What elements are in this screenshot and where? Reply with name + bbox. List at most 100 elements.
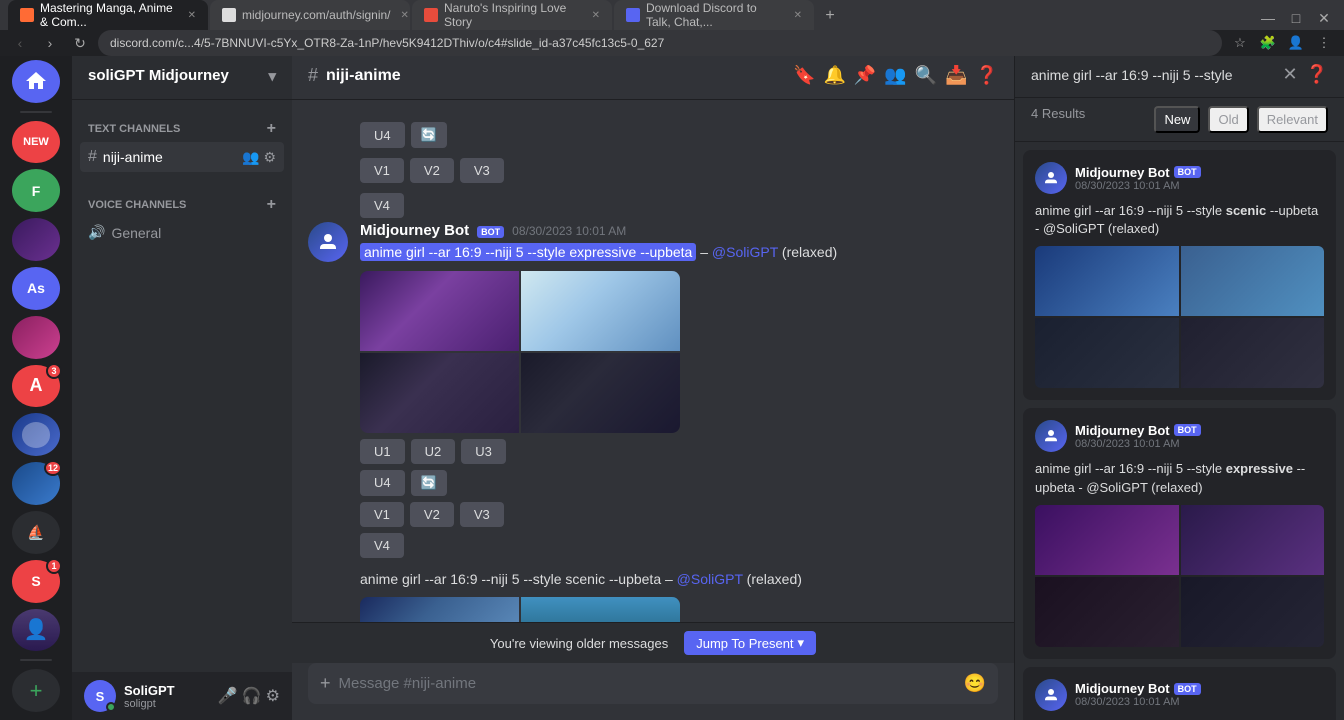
add-server-button[interactable]: + bbox=[12, 669, 60, 712]
search-result-1[interactable]: Midjourney Bot BOT 08/30/2023 10:01 AM a… bbox=[1023, 150, 1336, 400]
header-search-icon[interactable]: 🔍 bbox=[915, 65, 937, 86]
header-help-icon[interactable]: ❓ bbox=[976, 65, 998, 86]
new-tab-button[interactable]: + bbox=[816, 2, 844, 30]
server-icon-new[interactable]: NEW bbox=[12, 121, 60, 164]
v2-btn-1[interactable]: V2 bbox=[410, 502, 454, 527]
header-bell-icon[interactable]: 🔔 bbox=[823, 65, 845, 86]
v3-btn-1[interactable]: V3 bbox=[460, 502, 504, 527]
user-actions: 🎤 🎧 ⚙ bbox=[218, 686, 280, 706]
settings-icon[interactable]: ⋮ bbox=[1312, 31, 1336, 55]
channel-people-icon: 👥 bbox=[242, 149, 259, 166]
button-row-v4-1: V4 bbox=[360, 533, 998, 558]
v4-btn-1[interactable]: V4 bbox=[360, 533, 404, 558]
emoji-icon[interactable]: 😊 bbox=[964, 673, 986, 694]
search-result-3[interactable]: Midjourney Bot BOT 08/30/2023 10:01 AM a… bbox=[1023, 667, 1336, 720]
channel-gear-icon[interactable]: ⚙ bbox=[263, 149, 276, 166]
close-search-icon[interactable]: ✕ bbox=[1282, 64, 1297, 85]
minimize-btn[interactable]: — bbox=[1256, 6, 1280, 30]
tab-close-2[interactable]: ✕ bbox=[401, 10, 409, 21]
header-hashtag-icon[interactable]: 🔖 bbox=[793, 65, 815, 86]
channel-item-niji-anime[interactable]: # niji-anime 👥 ⚙ bbox=[80, 142, 284, 172]
v1-btn-top[interactable]: V1 bbox=[360, 158, 404, 183]
forward-btn[interactable]: › bbox=[38, 31, 62, 55]
message-time-1: 08/30/2023 10:01 AM bbox=[512, 224, 626, 238]
filter-new-button[interactable]: New bbox=[1154, 106, 1200, 133]
message-content-1: Midjourney Bot BOT 08/30/2023 10:01 AM a… bbox=[360, 222, 998, 558]
result-author-1: Midjourney Bot BOT 08/30/2023 10:01 AM bbox=[1035, 162, 1324, 194]
v2-btn-top[interactable]: V2 bbox=[410, 158, 454, 183]
refresh-btn-1[interactable]: 🔄 bbox=[411, 470, 447, 496]
back-btn[interactable]: ‹ bbox=[8, 31, 32, 55]
headset-icon[interactable]: 🎧 bbox=[242, 686, 262, 706]
result-text-1: anime girl --ar 16:9 --niji 5 --style sc… bbox=[1035, 202, 1324, 238]
text-channels-header[interactable]: TEXT CHANNELS + bbox=[80, 116, 284, 142]
bot-avatar-1 bbox=[308, 222, 348, 262]
button-row-u-top: U4 🔄 bbox=[360, 122, 998, 148]
header-inbox-icon[interactable]: 📥 bbox=[945, 65, 967, 86]
button-row-v-top: V1 V2 V3 bbox=[360, 158, 998, 183]
image-cell-1-4 bbox=[521, 353, 680, 433]
restore-btn[interactable]: □ bbox=[1284, 6, 1308, 30]
button-row-u-1: U1 U2 U3 bbox=[360, 439, 998, 464]
image-grid-1[interactable] bbox=[360, 271, 680, 433]
jump-to-present-label: Jump To Present bbox=[696, 636, 793, 651]
image-grid-partial[interactable] bbox=[360, 597, 680, 622]
mic-icon[interactable]: 🎤 bbox=[218, 686, 238, 706]
channel-sidebar: soliGPT Midjourney ▾ TEXT CHANNELS + # n… bbox=[72, 52, 292, 720]
header-pin-icon[interactable]: 📌 bbox=[854, 65, 876, 86]
tab-close-1[interactable]: ✕ bbox=[188, 10, 196, 21]
server-divider-2 bbox=[20, 659, 52, 661]
bookmark-icon[interactable]: ☆ bbox=[1228, 31, 1252, 55]
u2-btn-1[interactable]: U2 bbox=[411, 439, 456, 464]
search-result-2[interactable]: Midjourney Bot BOT 08/30/2023 10:01 AM a… bbox=[1023, 408, 1336, 658]
u4-btn-1[interactable]: U4 bbox=[360, 470, 405, 496]
browser-chrome: Mastering Manga, Anime & Com... ✕ midjou… bbox=[0, 0, 1344, 52]
voice-channel-general[interactable]: 🔊 General bbox=[80, 218, 284, 247]
tab-close-4[interactable]: ✕ bbox=[794, 10, 802, 21]
add-channel-icon[interactable]: + bbox=[267, 120, 276, 138]
address-input[interactable] bbox=[98, 30, 1222, 56]
tab-mastering-manga[interactable]: Mastering Manga, Anime & Com... ✕ bbox=[8, 0, 208, 30]
message-mention-1: @SoliGPT bbox=[712, 244, 778, 260]
u4-btn[interactable]: U4 bbox=[360, 122, 405, 148]
server-icon-person[interactable]: 👤 bbox=[12, 609, 60, 652]
header-members-icon[interactable]: 👥 bbox=[884, 65, 906, 86]
server-icon-anime2[interactable] bbox=[12, 316, 60, 359]
tab-naruto[interactable]: Naruto's Inspiring Love Story ✕ bbox=[412, 0, 612, 30]
server-icon-badge12[interactable]: 12 bbox=[12, 462, 60, 505]
server-icon-as[interactable]: As bbox=[12, 267, 60, 310]
v3-btn-top[interactable]: V3 bbox=[460, 158, 504, 183]
tab-discord[interactable]: Download Discord to Talk, Chat,... ✕ bbox=[614, 0, 814, 30]
tab-close-3[interactable]: ✕ bbox=[592, 10, 600, 21]
u1-btn-1[interactable]: U1 bbox=[360, 439, 405, 464]
image-cell-1-2 bbox=[521, 271, 680, 351]
refresh-btn-top[interactable]: 🔄 bbox=[411, 122, 447, 148]
user-settings-icon[interactable]: ⚙ bbox=[266, 686, 280, 706]
tab-midjourney[interactable]: midjourney.com/auth/signin/ ✕ bbox=[210, 0, 410, 30]
search-results-count: 4 Results bbox=[1031, 106, 1085, 133]
result-time-3: 08/30/2023 10:01 AM bbox=[1075, 696, 1201, 708]
search-help-icon[interactable]: ❓ bbox=[1306, 64, 1328, 85]
add-voice-channel-icon[interactable]: + bbox=[267, 196, 276, 214]
extensions-icon[interactable]: 🧩 bbox=[1256, 31, 1280, 55]
v1-btn-1[interactable]: V1 bbox=[360, 502, 404, 527]
v4-btn-top[interactable]: V4 bbox=[360, 193, 404, 218]
attach-icon[interactable]: + bbox=[320, 673, 331, 694]
profile-icon[interactable]: 👤 bbox=[1284, 31, 1308, 55]
server-icon-f[interactable]: F bbox=[12, 169, 60, 212]
server-icon-blue[interactable] bbox=[12, 413, 60, 456]
reload-btn[interactable]: ↻ bbox=[68, 31, 92, 55]
server-icon-red[interactable]: A 3 bbox=[12, 365, 60, 408]
filter-old-button[interactable]: Old bbox=[1208, 106, 1248, 133]
close-browser-btn[interactable]: ✕ bbox=[1312, 6, 1336, 30]
u3-btn-1[interactable]: U3 bbox=[461, 439, 506, 464]
server-name-bar[interactable]: soliGPT Midjourney ▾ bbox=[72, 52, 292, 100]
voice-channels-header[interactable]: VOICE CHANNELS + bbox=[80, 192, 284, 218]
filter-relevant-button[interactable]: Relevant bbox=[1257, 106, 1328, 133]
jump-to-present-button[interactable]: Jump To Present ▾ bbox=[684, 631, 816, 655]
message-input[interactable] bbox=[339, 663, 956, 704]
server-icon-s[interactable]: S 1 bbox=[12, 560, 60, 603]
server-icon-anime[interactable] bbox=[12, 218, 60, 261]
home-server-icon[interactable] bbox=[12, 60, 60, 103]
server-icon-sail[interactable]: ⛵ bbox=[12, 511, 60, 554]
